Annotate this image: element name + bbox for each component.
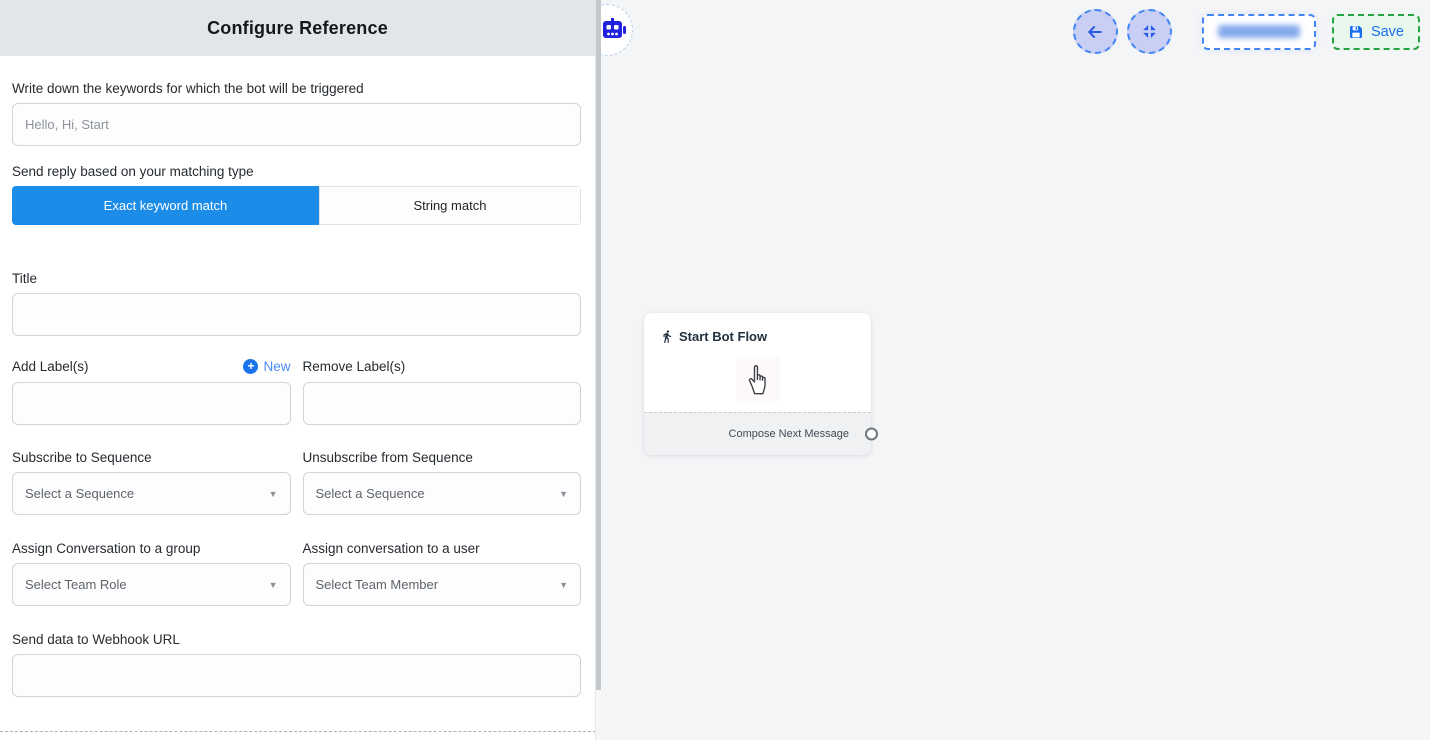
remove-labels-input[interactable] <box>303 382 582 425</box>
remove-labels-label: Remove Label(s) <box>303 359 406 374</box>
unsubscribe-sequence-select[interactable]: Select a Sequence ▼ <box>303 472 582 515</box>
panel-body: Write down the keywords for which the bo… <box>0 56 595 697</box>
canvas-toolbar: Save <box>1064 9 1420 54</box>
left-arrow-icon <box>1085 22 1105 42</box>
floppy-disk-icon <box>1348 24 1364 40</box>
webhook-input[interactable] <box>12 654 581 697</box>
chevron-down-icon: ▼ <box>559 580 568 590</box>
webhook-label: Send data to Webhook URL <box>12 632 581 647</box>
keywords-label: Write down the keywords for which the bo… <box>12 81 581 96</box>
subscribe-sequence-label: Subscribe to Sequence <box>12 450 291 465</box>
assign-group-select[interactable]: Select Team Role ▼ <box>12 563 291 606</box>
remove-labels-column: Remove Label(s) <box>303 357 582 425</box>
panel-header: Configure Reference <box>0 0 595 56</box>
chevron-down-icon: ▼ <box>269 489 278 499</box>
compose-next-message-label[interactable]: Compose Next Message <box>729 428 849 440</box>
unsubscribe-sequence-label: Unsubscribe from Sequence <box>303 450 582 465</box>
plus-icon: + <box>243 359 258 374</box>
compress-arrows-icon <box>1141 23 1158 40</box>
tab-string-match[interactable]: String match <box>319 186 581 225</box>
subscribe-sequence-select[interactable]: Select a Sequence ▼ <box>12 472 291 515</box>
assign-group-label: Assign Conversation to a group <box>12 541 291 556</box>
node-footer: Compose Next Message <box>644 412 871 455</box>
node-title-text: Start Bot Flow <box>679 329 767 344</box>
add-labels-column: Add Label(s) + New <box>12 357 291 425</box>
new-label-text: New <box>263 359 290 374</box>
spacer <box>12 146 581 164</box>
save-button[interactable]: Save <box>1332 14 1420 50</box>
bot-flow-builder: Configure Reference Write down the keywo… <box>0 0 1430 740</box>
spacer <box>12 606 581 632</box>
flow-canvas[interactable]: Save Start Bot Flow Comp <box>601 0 1430 740</box>
unsubscribe-sequence-value: Select a Sequence <box>316 486 425 501</box>
matching-type-label: Send reply based on your matching type <box>12 164 581 179</box>
sequence-row: Subscribe to Sequence Select a Sequence … <box>12 450 581 515</box>
new-label-button[interactable]: + New <box>243 359 290 374</box>
spacer <box>12 336 581 357</box>
matching-type-tabs: Exact keyword match String match <box>12 186 581 225</box>
spacer <box>12 425 581 450</box>
assignment-row: Assign Conversation to a group Select Te… <box>12 541 581 606</box>
robot-icon <box>603 18 627 44</box>
assign-user-select[interactable]: Select Team Member ▼ <box>303 563 582 606</box>
redacted-button[interactable] <box>1202 14 1316 50</box>
configure-reference-panel: Configure Reference Write down the keywo… <box>0 0 595 740</box>
chevron-down-icon: ▼ <box>269 580 278 590</box>
assign-group-value: Select Team Role <box>25 577 127 592</box>
add-labels-label: Add Label(s) <box>12 359 89 374</box>
start-bot-flow-node[interactable]: Start Bot Flow Compose Next Message <box>644 313 871 455</box>
page-title: Configure Reference <box>207 18 388 39</box>
walking-person-icon <box>660 329 674 344</box>
assign-user-label: Assign conversation to a user <box>303 541 582 556</box>
node-body: Start Bot Flow <box>644 313 871 412</box>
connection-port[interactable] <box>865 428 878 441</box>
bot-badge[interactable] <box>601 4 633 56</box>
chevron-down-icon: ▼ <box>559 489 568 499</box>
title-input[interactable] <box>12 293 581 336</box>
spacer <box>12 515 581 541</box>
hand-cursor-icon <box>736 357 780 401</box>
tab-exact-keyword-match[interactable]: Exact keyword match <box>12 186 319 225</box>
fit-view-button[interactable] <box>1127 9 1172 54</box>
title-label: Title <box>12 271 581 286</box>
back-button[interactable] <box>1073 9 1118 54</box>
add-labels-input[interactable] <box>12 382 291 425</box>
assign-user-value: Select Team Member <box>316 577 439 592</box>
subscribe-sequence-value: Select a Sequence <box>25 486 134 501</box>
labels-row: Add Label(s) + New Remove Label(s) <box>12 357 581 425</box>
save-button-label: Save <box>1371 24 1404 40</box>
node-title: Start Bot Flow <box>644 313 871 344</box>
keywords-input[interactable] <box>12 103 581 146</box>
blurred-text <box>1218 25 1300 38</box>
panel-bottom-divider <box>0 731 601 732</box>
